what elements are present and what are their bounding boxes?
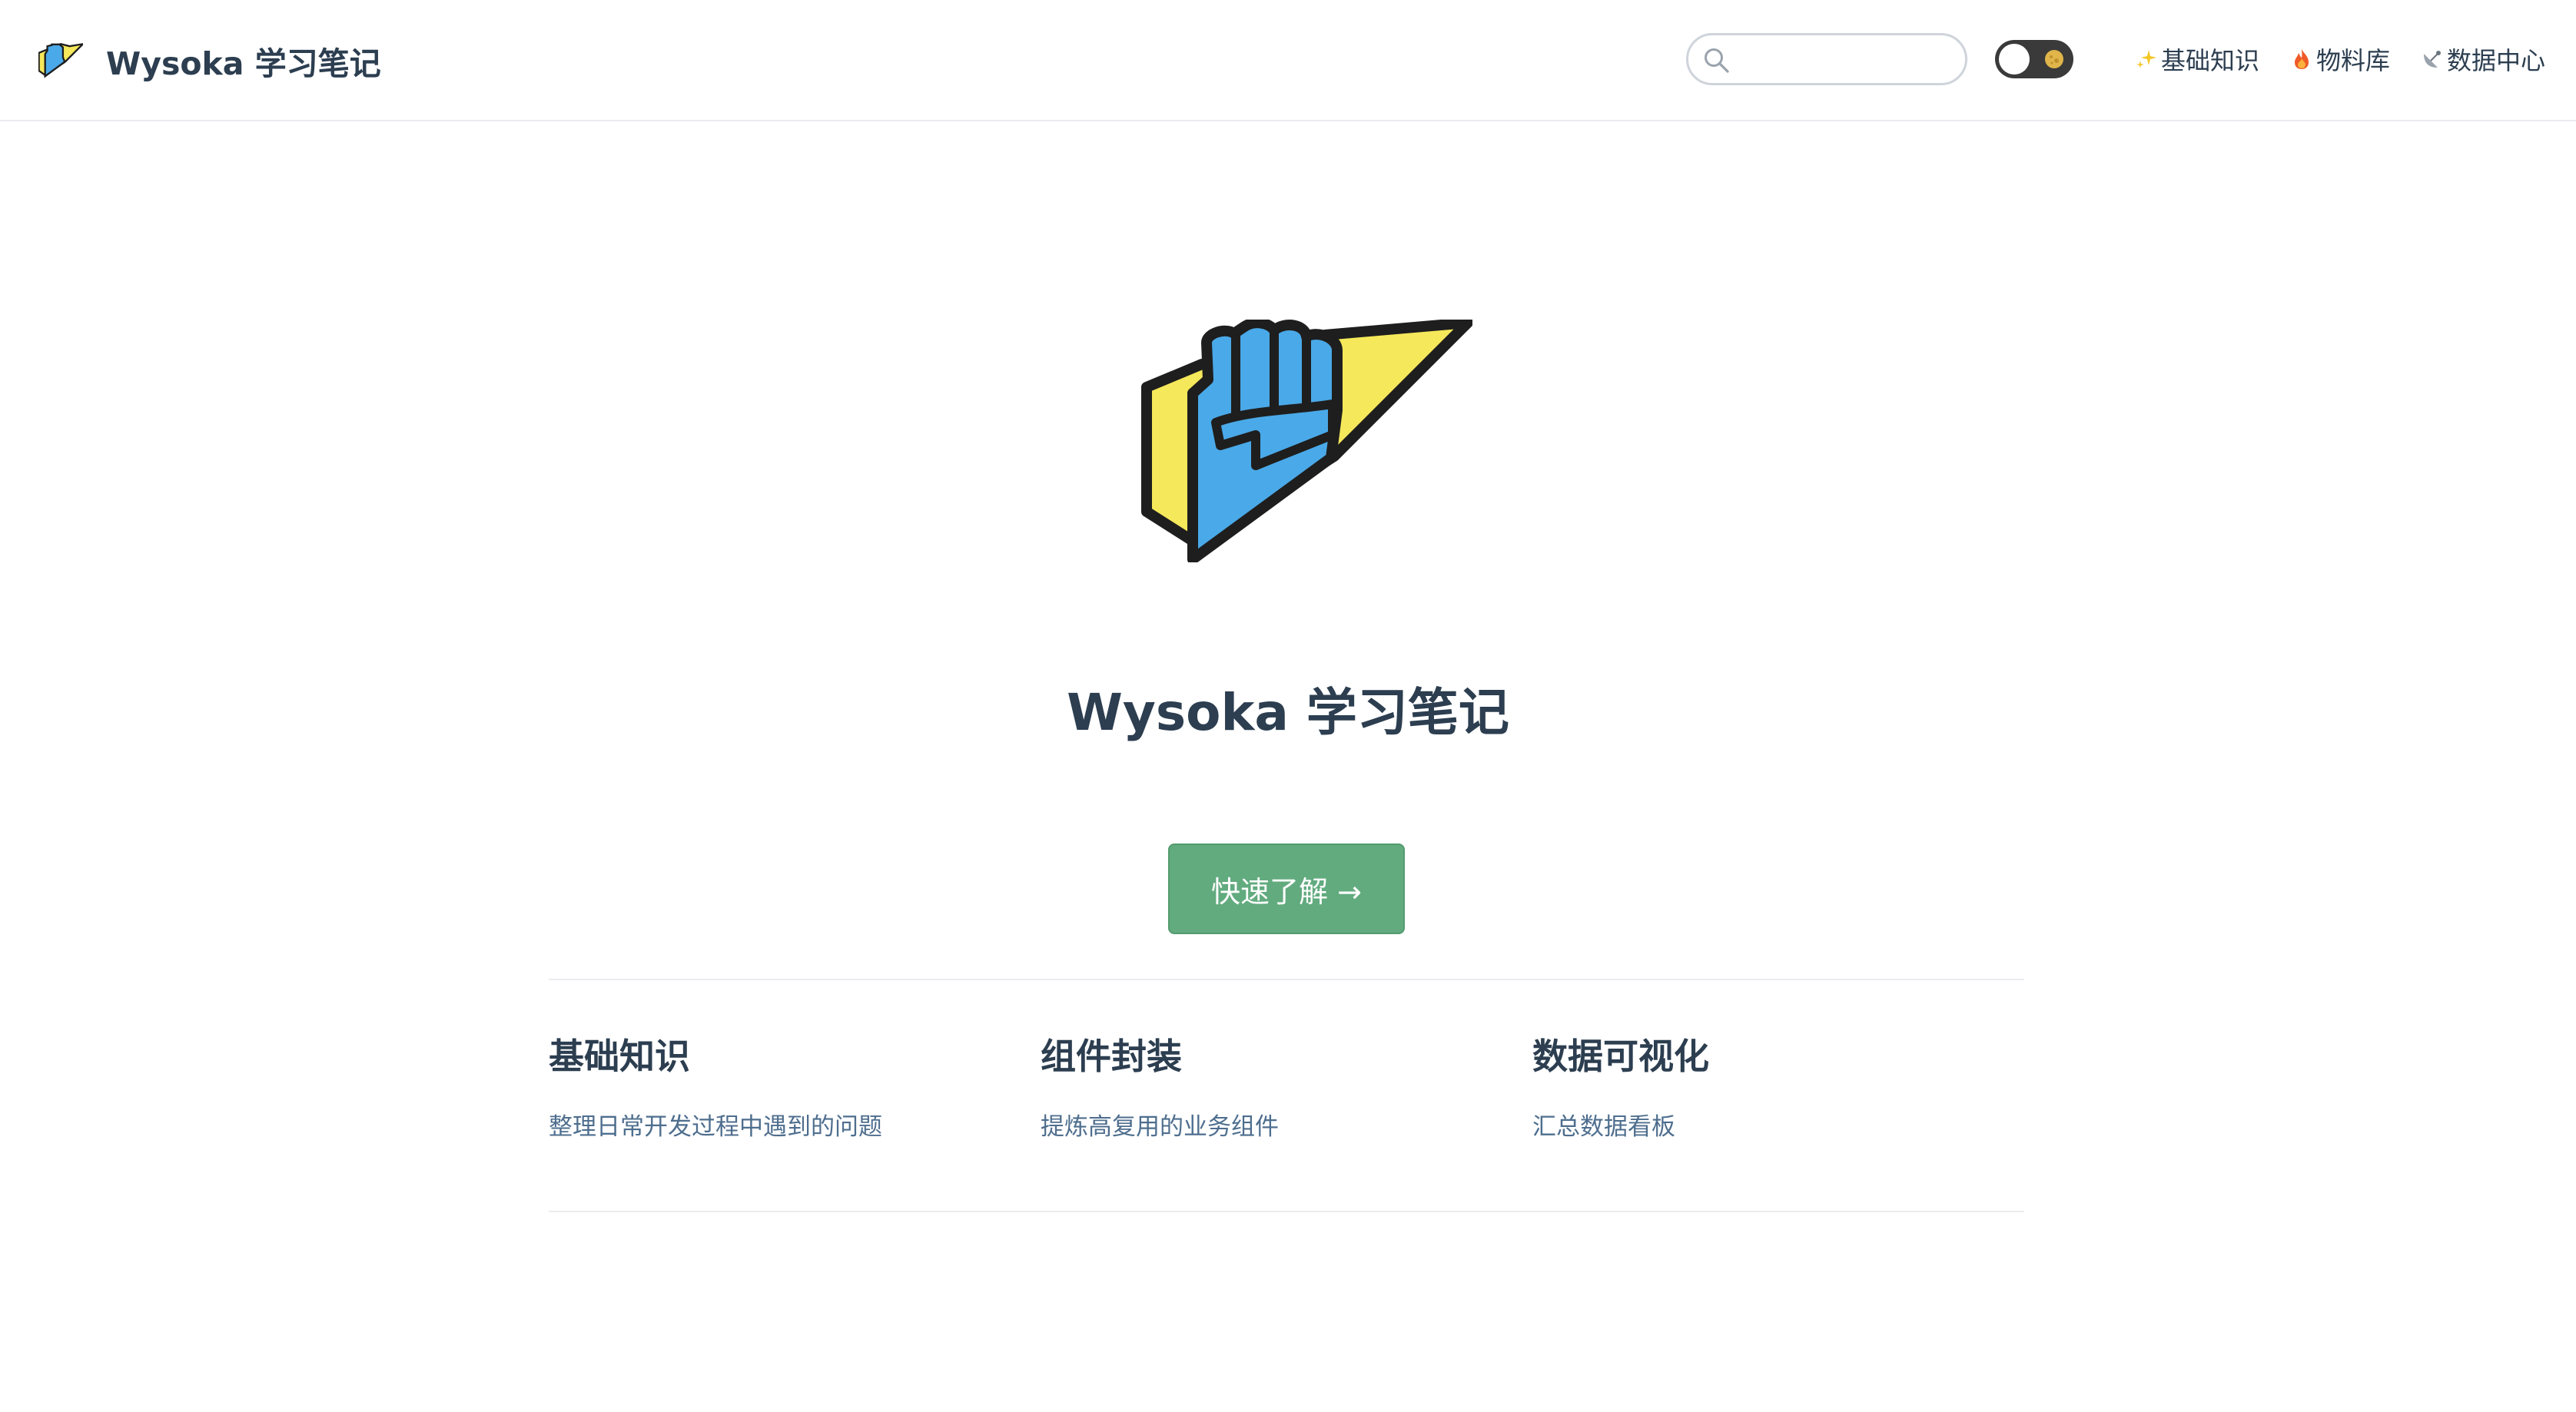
- feature-details: 提炼高复用的业务组件: [1041, 1112, 1279, 1141]
- get-started-button[interactable]: 快速了解 →: [1168, 844, 1405, 934]
- divider: [549, 1211, 2024, 1212]
- fire-icon: [2294, 49, 2309, 69]
- theme-toggle[interactable]: [1994, 40, 2073, 78]
- feature-title: 基础知识: [549, 1036, 690, 1077]
- search-box[interactable]: [1685, 33, 1967, 85]
- sparkles-icon: [2136, 50, 2156, 68]
- nav-right: 基础知识 物料库 数据中心: [1685, 31, 2545, 88]
- brand-title: Wysoka 学习笔记: [106, 45, 381, 82]
- feature-title: 组件封装: [1041, 1036, 1182, 1077]
- nav-link-basics[interactable]: 基础知识: [2135, 41, 2259, 77]
- moon-icon: [2044, 50, 2063, 68]
- feature-item: 基础知识 整理日常开发过程中遇到的问题: [549, 1034, 1041, 1144]
- feature-details: 整理日常开发过程中遇到的问题: [549, 1112, 882, 1141]
- toggle-knob: [1998, 44, 2030, 75]
- nav-link-data-center[interactable]: 数据中心: [2421, 41, 2545, 77]
- feature-item: 组件封装 提炼高复用的业务组件: [1041, 1034, 1532, 1144]
- hero-title: Wysoka 学习笔记: [1067, 683, 1509, 742]
- satellite-icon: [2423, 51, 2441, 68]
- navbar: Wysoka 学习笔记 基础知识 物料库 数据中心: [0, 0, 2576, 121]
- divider: [549, 979, 2024, 980]
- search-input[interactable]: [1738, 40, 1954, 78]
- hero-fist-logo-icon: [1141, 320, 1472, 562]
- feature-title: 数据可视化: [1532, 1036, 1709, 1077]
- search-icon: [1704, 48, 1729, 73]
- fist-logo-icon: [38, 43, 83, 78]
- feature-item: 数据可视化 汇总数据看板: [1532, 1034, 2024, 1144]
- nav-link-label: 基础知识: [2160, 46, 2259, 75]
- nav-link-materials[interactable]: 物料库: [2290, 41, 2390, 77]
- features: 基础知识 整理日常开发过程中遇到的问题 组件封装 提炼高复用的业务组件 数据可视…: [549, 1034, 2024, 1144]
- home-link[interactable]: Wysoka 学习笔记: [38, 34, 381, 88]
- nav-link-label: 数据中心: [2446, 46, 2545, 75]
- nav-link-label: 物料库: [2315, 46, 2390, 75]
- feature-details: 汇总数据看板: [1532, 1112, 1675, 1141]
